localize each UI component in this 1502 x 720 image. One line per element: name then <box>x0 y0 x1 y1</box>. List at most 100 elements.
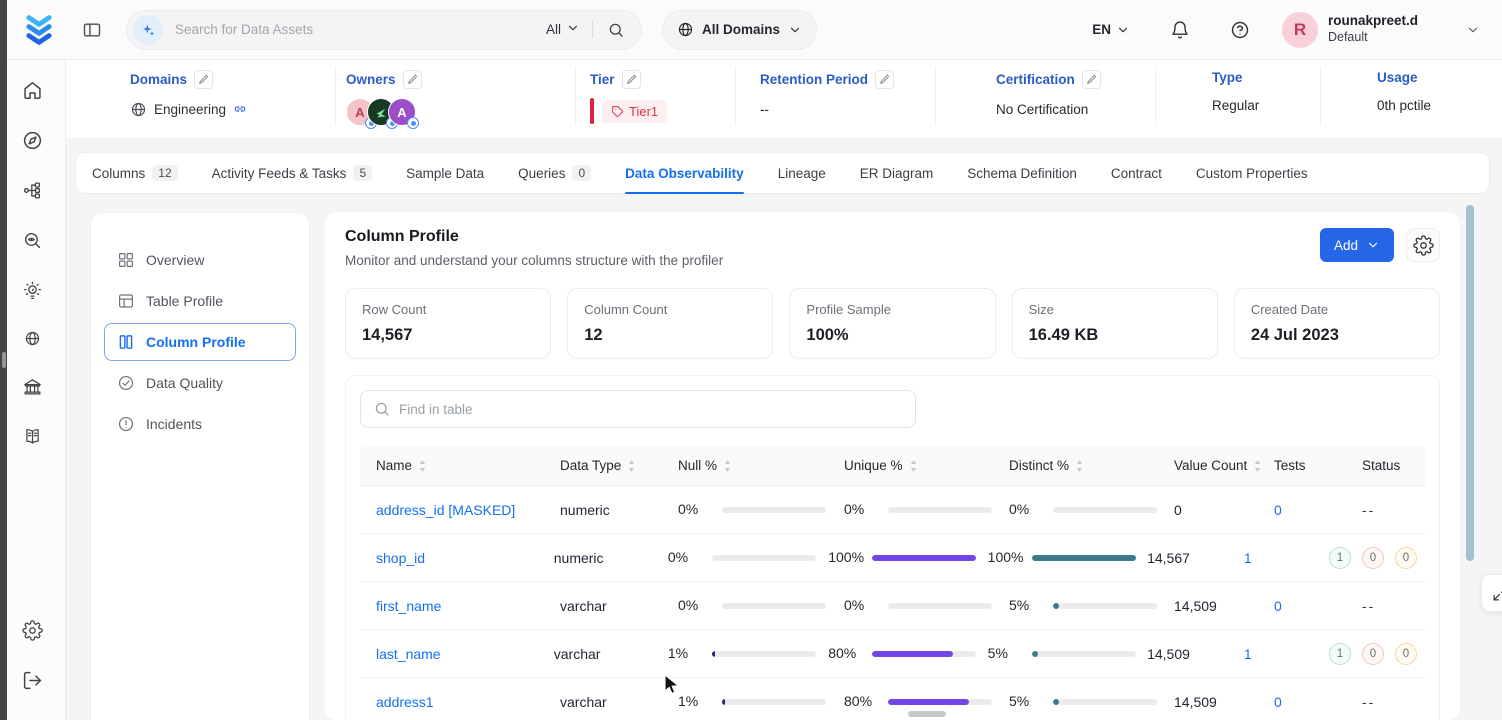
tab-columns[interactable]: Columns12 <box>92 152 178 194</box>
column-name-link[interactable]: first_name <box>376 598 441 614</box>
tab-activity-feeds-tasks[interactable]: Activity Feeds & Tasks5 <box>212 152 372 194</box>
sidebar-item-overview[interactable]: Overview <box>104 241 296 279</box>
global-search-bar[interactable]: Search for Data Assets All <box>126 10 642 50</box>
tests-count-link[interactable]: 0 <box>1274 694 1282 710</box>
user-profile-menu[interactable]: R rounakpreet.d Default <box>1282 12 1418 48</box>
glossary-icon[interactable] <box>22 426 43 447</box>
domain-link[interactable]: Engineering <box>130 101 247 118</box>
column-header-value-count[interactable]: Value Count <box>1174 458 1274 473</box>
sidebar-item-incidents[interactable]: Incidents <box>104 405 296 443</box>
sidebar-item-column-profile[interactable]: Column Profile <box>104 323 296 361</box>
notifications-bell-icon[interactable] <box>1170 20 1190 40</box>
column-name-link[interactable]: shop_id <box>376 550 425 566</box>
tests-count-link[interactable]: 0 <box>1274 598 1282 614</box>
sort-icon[interactable] <box>723 459 732 473</box>
column-name-link[interactable]: last_name <box>376 646 441 662</box>
sort-icon[interactable] <box>418 459 427 473</box>
sidebar-toggle-icon[interactable] <box>82 20 102 40</box>
tab-custom-properties[interactable]: Custom Properties <box>1196 152 1308 194</box>
tests-count-link[interactable]: 1 <box>1244 550 1252 566</box>
column-header-distinct-[interactable]: Distinct % <box>1009 458 1174 473</box>
column-header-data-type[interactable]: Data Type <box>560 458 678 473</box>
find-in-table-input[interactable]: Find in table <box>360 390 916 428</box>
sidebar-item-label: Table Profile <box>146 293 223 309</box>
status-aborted-badge[interactable]: 0 <box>1395 643 1417 665</box>
null-pct-cell: 0% <box>668 548 828 566</box>
status-success-badge[interactable]: 1 <box>1329 643 1351 665</box>
tab-data-observability[interactable]: Data Observability <box>625 152 744 194</box>
globe-icon[interactable] <box>24 330 41 347</box>
app-logo[interactable] <box>20 11 58 49</box>
column-header-label: Value Count <box>1174 458 1247 473</box>
tab-lineage[interactable]: Lineage <box>778 152 826 194</box>
edit-icon[interactable] <box>194 70 213 89</box>
flow-icon[interactable] <box>22 180 43 201</box>
status-failed-badge[interactable]: 0 <box>1362 643 1384 665</box>
meta-value: Engineering <box>130 98 335 120</box>
unique-pct-cell: 80% <box>828 644 987 662</box>
status-success-badge[interactable]: 1 <box>1329 547 1351 569</box>
profiler-settings-button[interactable] <box>1406 228 1440 262</box>
help-icon[interactable] <box>1230 20 1250 40</box>
edit-icon[interactable] <box>1082 70 1101 89</box>
tab-queries[interactable]: Queries0 <box>518 152 591 194</box>
sidebar-item-table-profile[interactable]: Table Profile <box>104 282 296 320</box>
avatar[interactable]: A <box>388 98 416 126</box>
column-header-label: Tests <box>1274 458 1306 473</box>
edit-icon[interactable] <box>622 70 641 89</box>
owners-avatars[interactable]: AA <box>346 98 409 126</box>
logout-icon[interactable] <box>22 670 43 691</box>
edit-icon[interactable] <box>875 70 894 89</box>
edit-icon[interactable] <box>403 70 422 89</box>
tab-sample-data[interactable]: Sample Data <box>406 152 484 194</box>
column-header-name[interactable]: Name <box>360 458 560 473</box>
tests-count-link[interactable]: 0 <box>1274 502 1282 518</box>
tab-contract[interactable]: Contract <box>1111 152 1162 194</box>
tier-tag[interactable]: Tier1 <box>590 98 667 124</box>
gear-icon[interactable] <box>22 620 43 641</box>
sort-icon[interactable] <box>627 459 636 473</box>
chevron-down-icon[interactable] <box>1466 23 1480 37</box>
column-header-null-[interactable]: Null % <box>678 458 844 473</box>
drawer-handle[interactable] <box>2 352 6 368</box>
add-button[interactable]: Add <box>1320 228 1394 262</box>
sort-icon[interactable] <box>1253 459 1262 473</box>
insights-icon[interactable] <box>22 280 43 301</box>
govern-icon[interactable] <box>22 376 43 397</box>
status-failed-badge[interactable]: 0 <box>1362 547 1384 569</box>
all-domains-dropdown[interactable]: All Domains <box>662 10 817 50</box>
tests-count-link[interactable]: 1 <box>1244 646 1252 662</box>
tab-er-diagram[interactable]: ER Diagram <box>860 152 934 194</box>
meta-value: No Certification <box>996 98 1155 120</box>
home-icon[interactable] <box>22 80 43 101</box>
language-selector[interactable]: EN <box>1092 22 1130 37</box>
meta-text-value: -- <box>760 102 769 117</box>
vertical-scrollbar[interactable] <box>1466 205 1474 561</box>
stat-label: Column Count <box>584 302 756 317</box>
page-title: Column Profile <box>345 228 1320 246</box>
column-name-link[interactable]: address_id [MASKED] <box>376 502 515 518</box>
asset-tabs: Columns12 Activity Feeds & Tasks5 Sample D… <box>75 152 1490 194</box>
search-input[interactable]: Search for Data Assets <box>175 22 534 37</box>
observe-icon[interactable] <box>22 230 43 251</box>
left-nav-rail <box>0 60 66 720</box>
tableprof-icon <box>117 292 135 310</box>
resize-handle-button[interactable] <box>1481 574 1502 612</box>
chevron-down-icon <box>1366 238 1380 252</box>
sort-icon[interactable] <box>1075 459 1084 473</box>
meta-value: Tier1 <box>590 98 735 124</box>
meta-label: Domains <box>130 72 187 87</box>
tab-schema-definition[interactable]: Schema Definition <box>967 152 1077 194</box>
column-name-link[interactable]: address1 <box>376 694 434 710</box>
status-cell: 100 <box>1329 547 1425 569</box>
compass-icon[interactable] <box>22 130 43 151</box>
stat-label: Profile Sample <box>806 302 978 317</box>
column-header-unique-[interactable]: Unique % <box>844 458 1009 473</box>
stat-value: 12 <box>584 326 756 345</box>
status-aborted-badge[interactable]: 0 <box>1395 547 1417 569</box>
search-icon[interactable] <box>593 21 629 39</box>
horizontal-scrollbar[interactable] <box>908 711 946 717</box>
sidebar-item-data-quality[interactable]: Data Quality <box>104 364 296 402</box>
search-scope-dropdown[interactable]: All <box>534 21 593 38</box>
sort-icon[interactable] <box>909 459 918 473</box>
